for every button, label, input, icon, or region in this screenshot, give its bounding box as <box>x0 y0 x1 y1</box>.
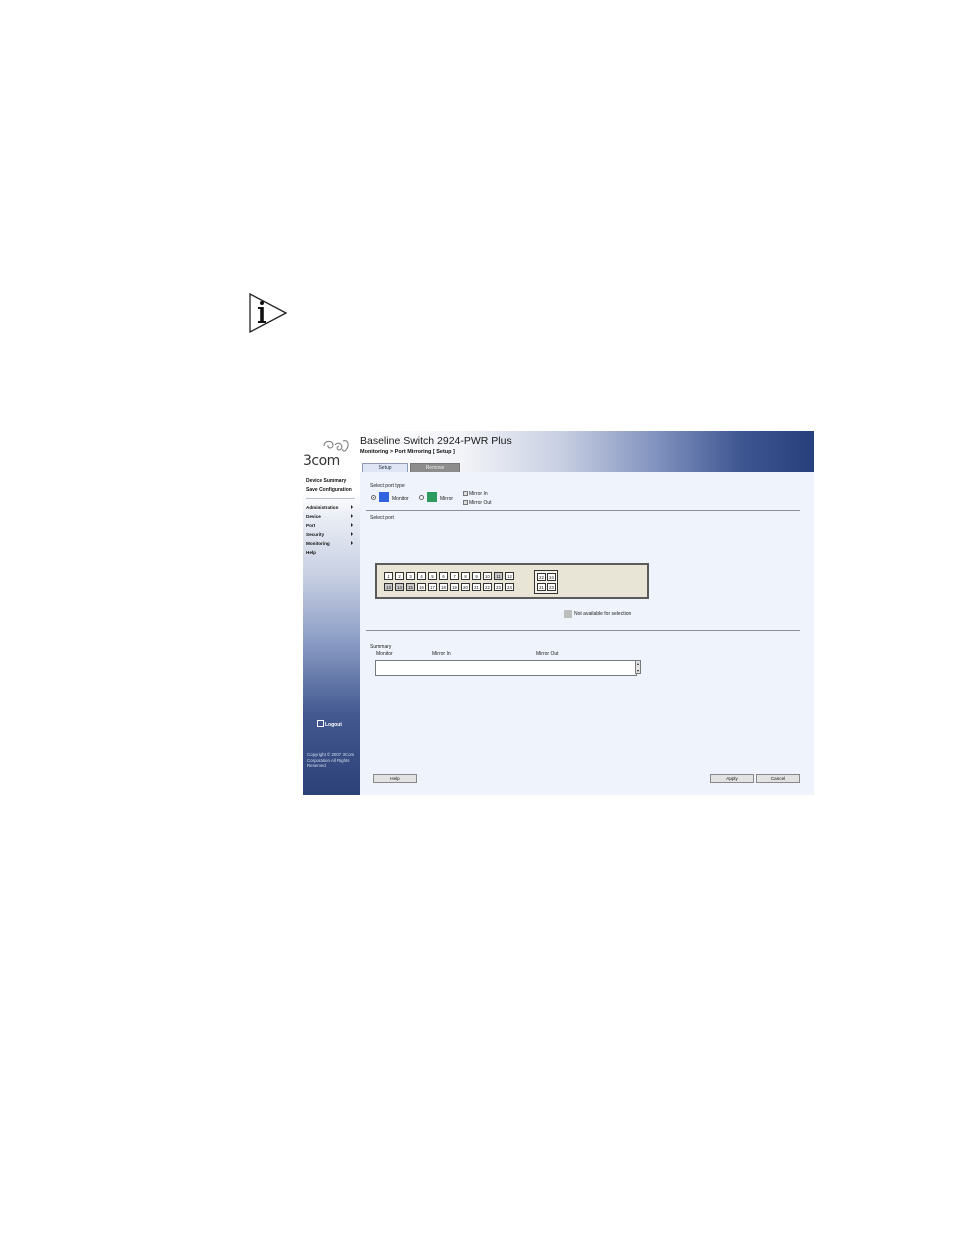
unavailable-legend-label: Not available for selection <box>574 611 632 617</box>
device-summary-link[interactable]: Device Summary <box>306 478 346 484</box>
port-5[interactable]: 5 <box>428 572 437 580</box>
port-24[interactable]: 24 <box>505 583 514 591</box>
port-16[interactable]: 16 <box>417 583 426 591</box>
summary-list[interactable] <box>375 660 637 676</box>
sidebar-item-help[interactable]: Help <box>306 550 316 555</box>
port-14[interactable]: 14 <box>395 583 404 591</box>
port-2[interactable]: 2 <box>395 572 404 580</box>
port-23[interactable]: 23 <box>547 583 556 591</box>
port-3[interactable]: 3 <box>406 572 415 580</box>
sidebar: 3com Device Summary Save Configuration A… <box>303 431 360 795</box>
header: Baseline Switch 2924-PWR Plus Monitoring… <box>360 431 814 473</box>
logout-icon <box>317 720 324 727</box>
scroll-down-icon[interactable] <box>637 669 639 672</box>
unavailable-legend-swatch <box>564 610 572 618</box>
sidebar-item-device[interactable]: Device <box>306 514 321 519</box>
main-content: Select port type Monitor Mirror Mirror I… <box>360 472 814 795</box>
copyright-text: Copyright © 2007 3Com Corporation All Ri… <box>307 752 355 768</box>
select-port-label: Select port <box>370 515 394 521</box>
logout-label: Logout <box>325 722 342 728</box>
port-23[interactable]: 23 <box>494 583 503 591</box>
port-panel: 1 2 3 4 5 6 7 8 9 10 11 12 13 14 15 16 17 18 19 20 21 22 23 24 … <box>375 563 649 599</box>
sidebar-item-administration[interactable]: Administration <box>306 505 338 510</box>
mirror-in-checkbox[interactable] <box>463 491 468 496</box>
mirror-out-label: Mirror Out <box>469 500 492 506</box>
summary-label: Summary <box>370 644 392 650</box>
mirror-label: Mirror <box>440 496 454 502</box>
monitor-label: Monitor <box>392 496 409 502</box>
sidebar-item-security[interactable]: Security <box>306 532 324 537</box>
port-20[interactable]: 20 <box>461 583 470 591</box>
mirror-radio[interactable] <box>419 495 424 500</box>
monitor-color-swatch <box>379 492 389 502</box>
port-21[interactable]: 21 <box>472 583 481 591</box>
port-10[interactable]: 10 <box>483 572 492 580</box>
port-18[interactable]: 18 <box>439 583 448 591</box>
port-4[interactable]: 4 <box>417 572 426 580</box>
divider <box>366 510 800 511</box>
port-17[interactable]: 17 <box>428 583 437 591</box>
mirror-out-checkbox[interactable] <box>463 500 468 505</box>
breadcrumb: Monitoring > Port Mirroring [ Setup ] <box>360 449 455 455</box>
port-22[interactable]: 22 <box>483 583 492 591</box>
cancel-button[interactable]: Cancel <box>756 774 800 783</box>
port-13[interactable]: 13 <box>384 583 393 591</box>
scroll-up-icon[interactable] <box>637 662 639 665</box>
chevron-right-icon <box>351 541 353 545</box>
port-24[interactable]: 24 <box>547 573 556 581</box>
page-title: Baseline Switch 2924-PWR Plus <box>360 435 512 447</box>
logout-button[interactable]: Logout <box>317 720 342 728</box>
summary-column-mirror-in: Mirror In <box>432 651 451 657</box>
port-15[interactable]: 15 <box>406 583 415 591</box>
port-6[interactable]: 6 <box>439 572 448 580</box>
chevron-right-icon <box>351 532 353 536</box>
chevron-right-icon <box>351 523 353 527</box>
port-12[interactable]: 12 <box>505 572 514 580</box>
logo-swirl-icon <box>323 440 349 452</box>
sidebar-divider <box>306 498 355 499</box>
port-1[interactable]: 1 <box>384 572 393 580</box>
port-21[interactable]: 21 <box>537 583 546 591</box>
summary-column-mirror-out: Mirror Out <box>536 651 559 657</box>
port-9[interactable]: 9 <box>472 572 481 580</box>
sidebar-item-port[interactable]: Port <box>306 523 315 528</box>
chevron-right-icon <box>351 505 353 509</box>
info-icon <box>249 293 287 333</box>
summary-scrollbar[interactable] <box>635 660 641 674</box>
port-19[interactable]: 19 <box>450 583 459 591</box>
port-22[interactable]: 22 <box>537 573 546 581</box>
monitor-radio[interactable] <box>371 495 376 500</box>
mirror-color-swatch <box>427 492 437 502</box>
chevron-right-icon <box>351 514 353 518</box>
screenshot-window: 3com Device Summary Save Configuration A… <box>303 431 814 795</box>
port-8[interactable]: 8 <box>461 572 470 580</box>
save-configuration-link[interactable]: Save Configuration <box>306 487 352 493</box>
divider <box>366 630 800 631</box>
port-7[interactable]: 7 <box>450 572 459 580</box>
port-11[interactable]: 11 <box>494 572 503 580</box>
mirror-in-label: Mirror In <box>469 491 488 497</box>
summary-column-monitor: Monitor <box>376 651 393 657</box>
apply-button[interactable]: Apply <box>710 774 754 783</box>
help-button[interactable]: Help <box>373 774 417 783</box>
select-port-type-label: Select port type <box>370 483 405 489</box>
logo: 3com <box>303 453 340 469</box>
sfp-port-group: 22 24 21 23 <box>534 570 558 594</box>
sidebar-item-monitoring[interactable]: Monitoring <box>306 541 330 546</box>
